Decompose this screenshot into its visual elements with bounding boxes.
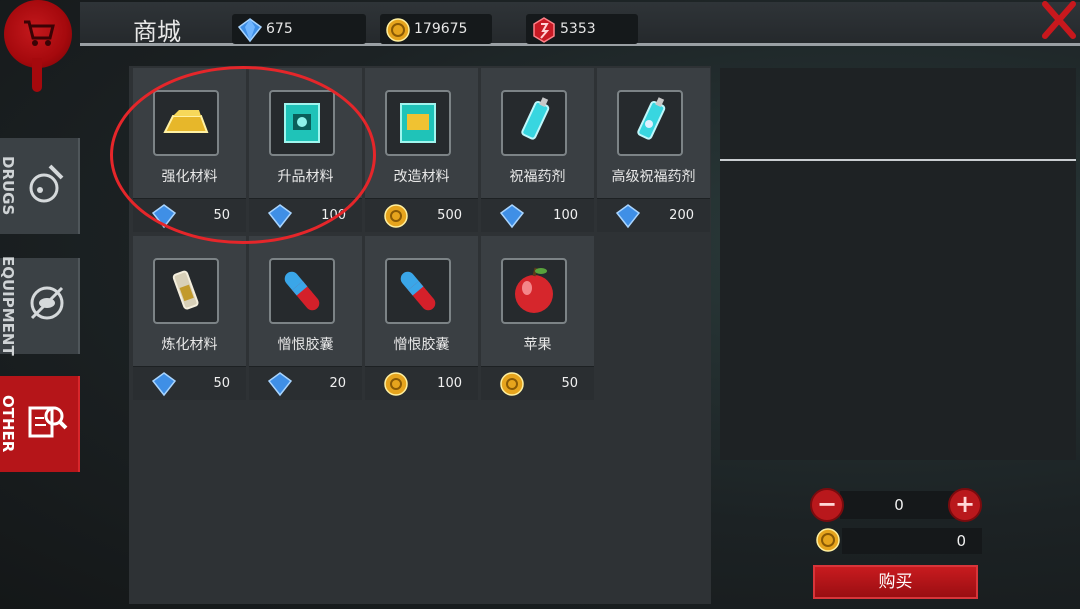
item-price-value: 100 [437, 376, 462, 391]
diamond-icon [615, 204, 641, 229]
gold-coin-icon [500, 372, 524, 396]
close-button[interactable] [1038, 0, 1080, 44]
item-name: 升品材料 [277, 169, 334, 185]
item-card[interactable]: 苹果 50 [481, 236, 594, 400]
top-bar: 商城 675 179675 5353 [0, 0, 1080, 92]
tab-equipment[interactable]: EQUIPMENT [0, 256, 80, 356]
item-price-value: 500 [437, 208, 462, 223]
item-icon-frame [385, 90, 451, 156]
item-price: 100 [249, 198, 362, 232]
page-title: 商城 [133, 18, 181, 46]
item-price-value: 50 [213, 376, 230, 391]
capsule-icon [400, 271, 436, 311]
gold-coin-icon [816, 528, 840, 552]
item-name: 憎恨胶囊 [393, 337, 450, 353]
quantity-stepper: 0 − + [810, 488, 982, 522]
decrease-button[interactable]: − [810, 488, 844, 522]
quantity-value: 0 [894, 496, 904, 514]
apple-icon [515, 267, 553, 313]
item-price: 100 [365, 366, 478, 400]
item-icon-frame [269, 258, 335, 324]
item-card[interactable]: 强化材料 50 [133, 68, 246, 232]
currency-red-crystal-value: 5353 [560, 21, 596, 37]
item-icon-frame [385, 258, 451, 324]
diamond-icon [267, 372, 293, 397]
close-icon [1042, 1, 1076, 39]
tab-other-label: OTHER [0, 395, 17, 453]
gold-chip-icon [400, 103, 436, 143]
total-value: 0 [956, 532, 966, 550]
diamond-icon [499, 204, 525, 229]
item-price: 50 [481, 366, 594, 400]
item-name: 高级祝福药剂 [611, 169, 696, 185]
item-price-value: 200 [669, 208, 694, 223]
diamond-icon [151, 372, 177, 397]
gold-coin-icon [384, 372, 408, 396]
item-card[interactable]: 憎恨胶囊 20 [249, 236, 362, 400]
item-icon-frame [153, 90, 219, 156]
item-card[interactable]: 升品材料 100 [249, 68, 362, 232]
shop-logo [4, 0, 72, 92]
potion-icon [29, 164, 64, 203]
item-name: 苹果 [523, 337, 552, 353]
tab-drugs[interactable]: DRUGS [0, 138, 80, 234]
currency-red-crystal: 5353 [526, 14, 638, 44]
item-card[interactable]: 高级祝福药剂 200 [597, 68, 710, 232]
item-icon-frame [501, 258, 567, 324]
red-crystal-icon [533, 17, 555, 43]
increase-button[interactable]: + [948, 488, 982, 522]
item-card[interactable]: 改造材料 500 [365, 68, 478, 232]
item-card[interactable]: 憎恨胶囊 100 [365, 236, 478, 400]
item-detail-panel [720, 68, 1076, 460]
syringe-icon [521, 97, 550, 140]
item-icon-frame [617, 90, 683, 156]
currency-gold-value: 179675 [414, 21, 468, 37]
diamond-icon [267, 204, 293, 229]
document-search-icon [28, 406, 68, 438]
gold-coin-icon [386, 18, 410, 42]
item-icon-frame [501, 90, 567, 156]
currency-diamond: 675 [232, 14, 366, 44]
tab-equipment-label: EQUIPMENT [0, 256, 17, 356]
item-price-value: 100 [321, 208, 346, 223]
equipment-icon [30, 286, 64, 320]
item-price: 20 [249, 366, 362, 400]
item-grid: 强化材料 50 升品材料 100 改造材料 500 祝福药剂 100 高级祝福药… [129, 66, 711, 604]
gold-bar-icon [163, 110, 209, 133]
blue-chip-icon [284, 103, 320, 143]
diamond-icon [237, 18, 263, 43]
detail-divider [720, 159, 1076, 161]
item-name: 强化材料 [161, 169, 218, 185]
total-cost: 0 [812, 526, 982, 554]
item-price-value: 50 [213, 208, 230, 223]
tab-other[interactable]: OTHER [0, 376, 80, 472]
item-price-value: 100 [553, 208, 578, 223]
item-price: 100 [481, 198, 594, 232]
tab-drugs-label: DRUGS [0, 156, 17, 216]
item-price: 50 [133, 198, 246, 232]
item-price: 500 [365, 198, 478, 232]
item-price: 200 [597, 198, 710, 232]
item-price-value: 50 [561, 376, 578, 391]
item-icon-frame [269, 90, 335, 156]
currency-gold: 179675 [380, 14, 492, 44]
item-name: 憎恨胶囊 [277, 337, 334, 353]
item-icon-frame [153, 258, 219, 324]
item-card[interactable]: 炼化材料 50 [133, 236, 246, 400]
capsule-icon [284, 271, 320, 311]
item-card[interactable]: 祝福药剂 100 [481, 68, 594, 232]
item-name: 改造材料 [393, 169, 450, 185]
syringe-advanced-icon [637, 97, 666, 140]
item-price-value: 20 [329, 376, 346, 391]
item-name: 炼化材料 [161, 337, 218, 353]
buy-button[interactable]: 购买 [813, 565, 978, 599]
vial-icon [172, 270, 199, 310]
diamond-icon [151, 204, 177, 229]
gold-coin-icon [384, 204, 408, 228]
cart-icon [24, 20, 55, 46]
currency-diamond-value: 675 [266, 21, 293, 37]
item-price: 50 [133, 366, 246, 400]
item-name: 祝福药剂 [509, 169, 566, 185]
